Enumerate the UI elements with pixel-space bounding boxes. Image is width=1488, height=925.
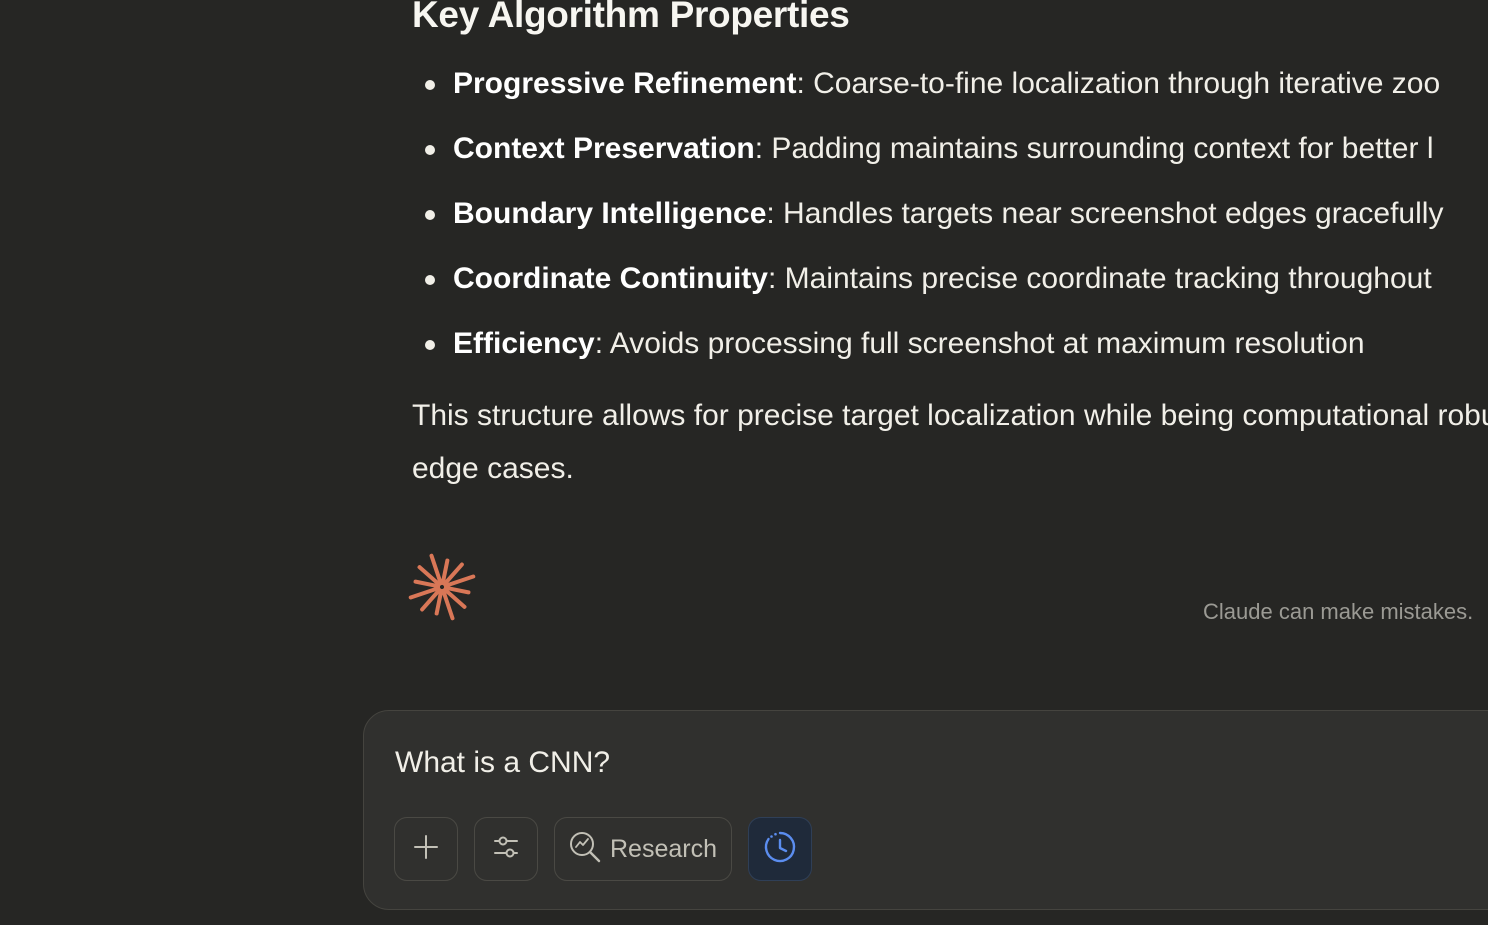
bullet-text: : Coarse-to-fine localization through it… [796,67,1441,100]
bullet-dot [425,210,435,220]
message-input[interactable]: What is a CNN? [395,741,610,785]
disclaimer-text: Claude can make mistakes. [1203,599,1474,624]
history-button[interactable] [748,817,812,881]
bullet-text: : Avoids processing full screenshot at m… [594,327,1365,360]
list-item: Boundary Intelligence: Handles targets n… [412,182,1488,247]
summary-paragraph: This structure allows for precise target… [412,399,1488,485]
properties-list: Progressive Refinement: Coarse-to-fine l… [412,52,1488,377]
tools-button[interactable] [474,817,538,881]
bullet-text: : Padding maintains surrounding context … [754,132,1434,165]
section-heading: Key Algorithm Properties [412,0,850,35]
plus-icon [413,834,439,865]
bullet-term: Coordinate Continuity [453,262,768,295]
clock-icon [763,830,797,869]
research-button[interactable]: Research [554,817,732,881]
sliders-icon [492,833,520,866]
bullet-term: Context Preservation [453,132,755,165]
bullet-dot [425,80,435,90]
claude-logo-icon [408,553,476,621]
bullet-term: Boundary Intelligence [453,197,767,230]
list-item: Efficiency: Avoids processing full scree… [412,312,1488,377]
bullet-text: : Maintains precise coordinate tracking … [767,262,1432,295]
list-item: Coordinate Continuity: Maintains precise… [412,247,1488,312]
bullet-dot [425,340,435,350]
research-icon [568,830,602,869]
add-button[interactable] [394,817,458,881]
bullet-dot [425,145,435,155]
bullet-dot [425,275,435,285]
bullet-term: Efficiency [453,327,595,360]
message-composer: What is a CNN? Research [363,710,1488,910]
bullet-term: Progressive Refinement [453,67,797,100]
list-item: Context Preservation: Padding maintains … [412,117,1488,182]
bullet-text: : Handles targets near screenshot edges … [766,197,1444,230]
research-label: Research [610,835,717,863]
list-item: Progressive Refinement: Coarse-to-fine l… [412,52,1488,117]
chat-page: Key Algorithm Properties Progressive Ref… [0,0,1488,925]
